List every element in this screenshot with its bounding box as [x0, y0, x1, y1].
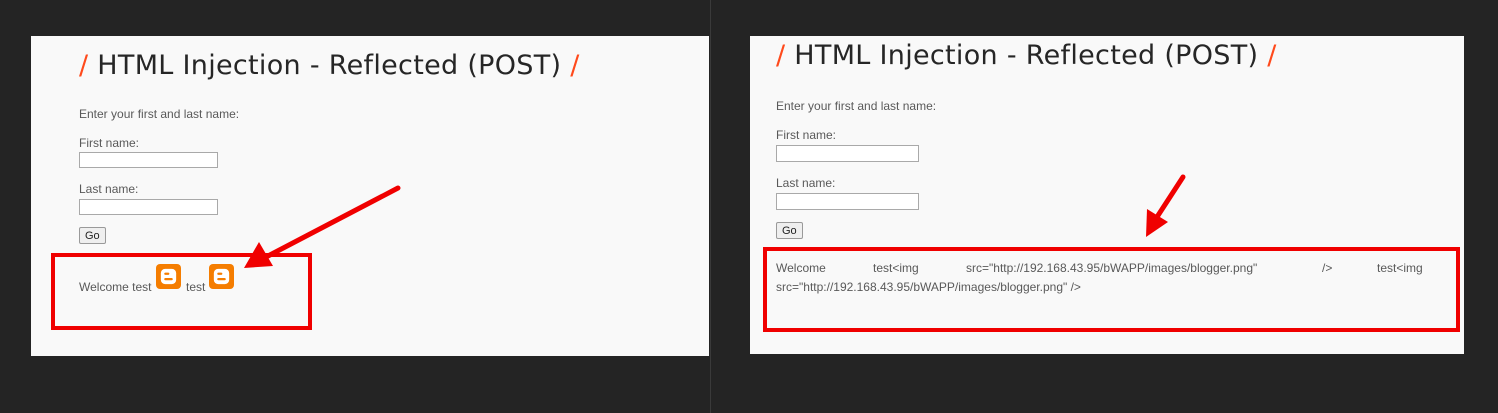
annotation-arrows	[244, 174, 1186, 268]
arrow-right	[1146, 174, 1186, 237]
arrow-left	[244, 185, 401, 268]
